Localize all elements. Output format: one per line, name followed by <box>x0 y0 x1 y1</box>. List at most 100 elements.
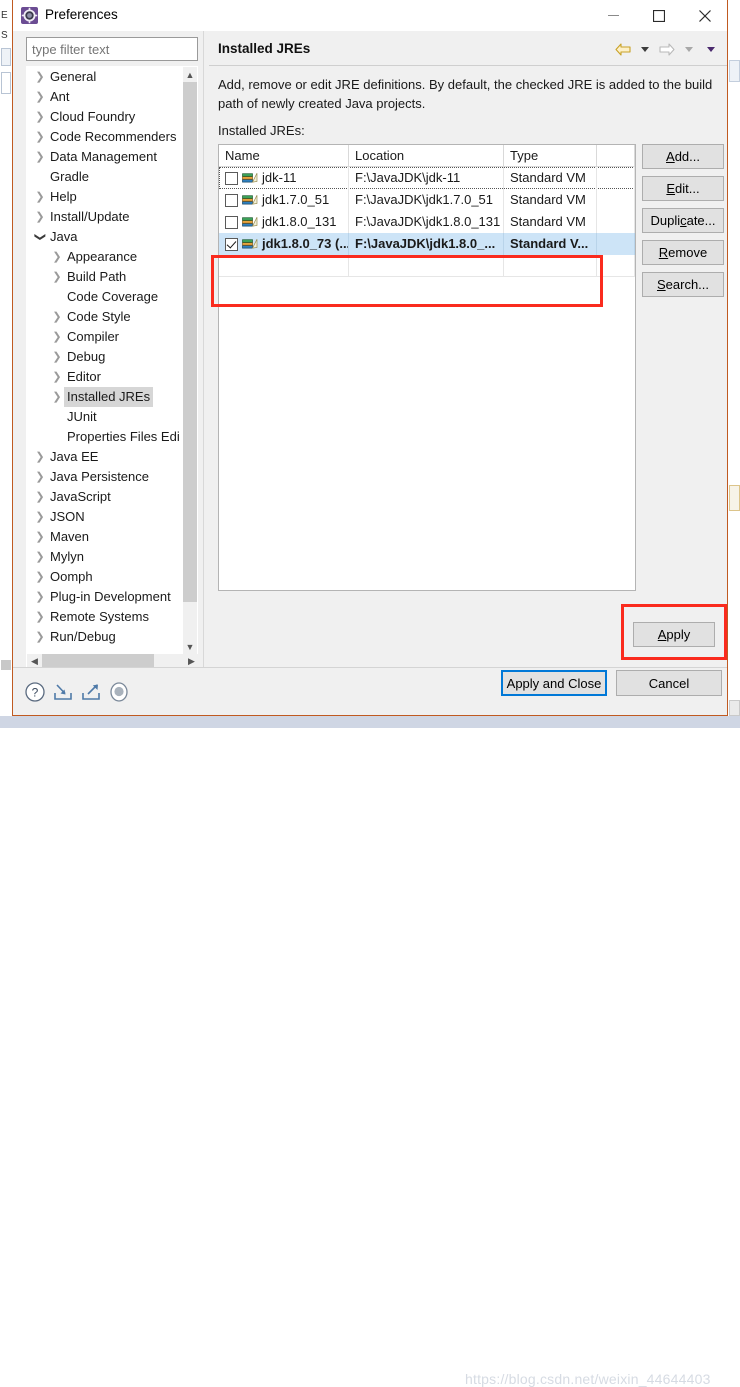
chevron-right-icon[interactable]: ❯ <box>50 347 64 367</box>
chevron-right-icon[interactable]: ❯ <box>50 327 64 347</box>
sidebar-item-build-path[interactable]: ❯ Build Path <box>27 267 185 287</box>
table-empty-row <box>219 255 635 277</box>
chevron-right-icon[interactable]: ❯ <box>50 307 64 327</box>
chevron-right-icon[interactable]: ❯ <box>33 207 47 227</box>
jre-checkbox[interactable] <box>225 215 238 229</box>
sidebar-item-general[interactable]: ❯ General <box>27 67 185 87</box>
remove-button[interactable]: Remove <box>642 240 724 265</box>
chevron-right-icon[interactable]: ❯ <box>33 87 47 107</box>
chevron-right-icon[interactable]: ❯ <box>33 67 47 87</box>
sidebar-item-help[interactable]: ❯ Help <box>27 187 185 207</box>
chevron-down-icon[interactable]: ❯ <box>30 230 50 244</box>
chevron-right-icon[interactable]: ❯ <box>33 127 47 147</box>
search-input[interactable] <box>26 37 198 61</box>
chevron-right-icon[interactable]: ❯ <box>50 387 64 407</box>
sidebar-item-mylyn[interactable]: ❯ Mylyn <box>27 547 185 567</box>
sidebar-item-maven[interactable]: ❯ Maven <box>27 527 185 547</box>
sidebar-item-run-debug[interactable]: ❯ Run/Debug <box>27 627 185 647</box>
column-header-location[interactable]: Location <box>349 145 504 166</box>
import-icon[interactable] <box>52 681 74 703</box>
sidebar-item-appearance[interactable]: ❯ Appearance <box>27 247 185 267</box>
sidebar-item-properties-files-edi[interactable]: Properties Files Edi <box>27 427 185 447</box>
jre-checkbox[interactable] <box>225 193 238 207</box>
scroll-down-icon[interactable]: ▼ <box>183 639 197 654</box>
sidebar-item-data-management[interactable]: ❯ Data Management <box>27 147 185 167</box>
sidebar-item-install-update[interactable]: ❯ Install/Update <box>27 207 185 227</box>
sidebar-item-java[interactable]: ❯ Java <box>27 227 185 247</box>
table-row[interactable]: jdk-11 F:\JavaJDK\jdk-11 Standard VM <box>219 167 635 189</box>
sidebar-item-editor[interactable]: ❯ Editor <box>27 367 185 387</box>
tree-vertical-scrollbar[interactable]: ▲ ▼ <box>183 67 197 654</box>
sidebar-item-compiler[interactable]: ❯ Compiler <box>27 327 185 347</box>
background-right-marker <box>729 485 740 511</box>
tree-vscroll-thumb[interactable] <box>183 82 197 602</box>
sidebar-item-plug-in-development[interactable]: ❯ Plug-in Development <box>27 587 185 607</box>
table-row[interactable]: jdk1.7.0_51 F:\JavaJDK\jdk1.7.0_51 Standar… <box>219 189 635 211</box>
cell-name[interactable]: jdk1.7.0_51 <box>219 189 349 211</box>
cancel-button[interactable]: Cancel <box>616 670 722 696</box>
cell-name[interactable]: jdk1.8.0_73 (... <box>219 233 349 255</box>
sidebar-item-junit[interactable]: JUnit <box>27 407 185 427</box>
back-menu-chevron-down-icon[interactable] <box>635 39 655 59</box>
chevron-right-icon[interactable]: ❯ <box>50 367 64 387</box>
jre-checkbox[interactable] <box>225 237 238 251</box>
chevron-right-icon[interactable]: ❯ <box>50 247 64 267</box>
column-header-name[interactable]: Name <box>219 145 349 166</box>
maximize-button[interactable] <box>636 0 682 31</box>
tree-scroll-viewport[interactable]: ❯ General ❯ Ant ❯ Cloud Foundry ❯ Code Recommen… <box>27 67 185 654</box>
cell-name[interactable]: jdk1.8.0_131 <box>219 211 349 233</box>
add-button[interactable]: Add... <box>642 144 724 169</box>
minimize-button[interactable] <box>590 0 636 31</box>
sidebar-item-java-ee[interactable]: ❯ Java EE <box>27 447 185 467</box>
view-menu-chevron-down-icon[interactable] <box>701 39 721 59</box>
sidebar-item-javascript[interactable]: ❯ JavaScript <box>27 487 185 507</box>
forward-menu-chevron-down-icon[interactable] <box>679 39 699 59</box>
column-header-type[interactable]: Type <box>504 145 597 166</box>
chevron-right-icon[interactable]: ❯ <box>33 607 47 627</box>
sidebar-item-installed-jres[interactable]: ❯ Installed JREs <box>27 387 185 407</box>
sidebar-item-code-coverage[interactable]: Code Coverage <box>27 287 185 307</box>
chevron-right-icon[interactable]: ❯ <box>33 187 47 207</box>
back-arrow-icon[interactable] <box>613 39 633 59</box>
duplicate-button[interactable]: Duplicate... <box>642 208 724 233</box>
chevron-right-icon[interactable]: ❯ <box>33 147 47 167</box>
chevron-right-icon[interactable]: ❯ <box>33 527 47 547</box>
sidebar-item-oomph[interactable]: ❯ Oomph <box>27 567 185 587</box>
help-icon[interactable]: ? <box>24 681 46 703</box>
export-icon[interactable] <box>80 681 102 703</box>
chevron-right-icon[interactable]: ❯ <box>33 627 47 647</box>
sidebar-item-debug[interactable]: ❯ Debug <box>27 347 185 367</box>
chevron-right-icon[interactable]: ❯ <box>33 447 47 467</box>
sidebar-item-json[interactable]: ❯ JSON <box>27 507 185 527</box>
sidebar-item-code-recommenders[interactable]: ❯ Code Recommenders <box>27 127 185 147</box>
jre-table[interactable]: Name Location Type jdk-11 F:\JavaJDK\jdk-11… <box>218 144 636 591</box>
sidebar-item-remote-systems[interactable]: ❯ Remote Systems <box>27 607 185 627</box>
forward-arrow-icon[interactable] <box>657 39 677 59</box>
chevron-right-icon[interactable]: ❯ <box>33 587 47 607</box>
edit-button[interactable]: Edit... <box>642 176 724 201</box>
restore-defaults-icon[interactable] <box>108 681 130 703</box>
chevron-right-icon[interactable]: ❯ <box>33 467 47 487</box>
sidebar-item-java-persistence[interactable]: ❯ Java Persistence <box>27 467 185 487</box>
table-row[interactable]: jdk1.8.0_73 (... F:\JavaJDK\jdk1.8.0_... S… <box>219 233 635 255</box>
chevron-right-icon[interactable]: ❯ <box>33 567 47 587</box>
table-row[interactable]: jdk1.8.0_131 F:\JavaJDK\jdk1.8.0_131 Stand… <box>219 211 635 233</box>
chevron-right-icon[interactable]: ❯ <box>33 547 47 567</box>
sidebar-item-code-style[interactable]: ❯ Code Style <box>27 307 185 327</box>
scroll-up-icon[interactable]: ▲ <box>183 67 197 82</box>
chevron-right-icon[interactable]: ❯ <box>33 487 47 507</box>
sidebar-item-cloud-foundry[interactable]: ❯ Cloud Foundry <box>27 107 185 127</box>
sidebar-item-gradle[interactable]: Gradle <box>27 167 185 187</box>
search-button[interactable]: Search... <box>642 272 724 297</box>
close-button[interactable] <box>682 0 728 31</box>
chevron-right-icon[interactable]: ❯ <box>50 267 64 287</box>
chevron-right-icon[interactable]: ❯ <box>33 507 47 527</box>
jre-checkbox[interactable] <box>225 171 238 185</box>
apply-and-close-button[interactable]: Apply and Close <box>501 670 607 696</box>
chevron-right-icon[interactable]: ❯ <box>33 107 47 127</box>
cell-name[interactable]: jdk-11 <box>219 167 349 189</box>
column-header-blank[interactable] <box>597 145 635 166</box>
apply-button[interactable]: Apply <box>633 622 715 647</box>
dialog-titlebar[interactable]: Preferences <box>13 0 727 31</box>
sidebar-item-ant[interactable]: ❯ Ant <box>27 87 185 107</box>
